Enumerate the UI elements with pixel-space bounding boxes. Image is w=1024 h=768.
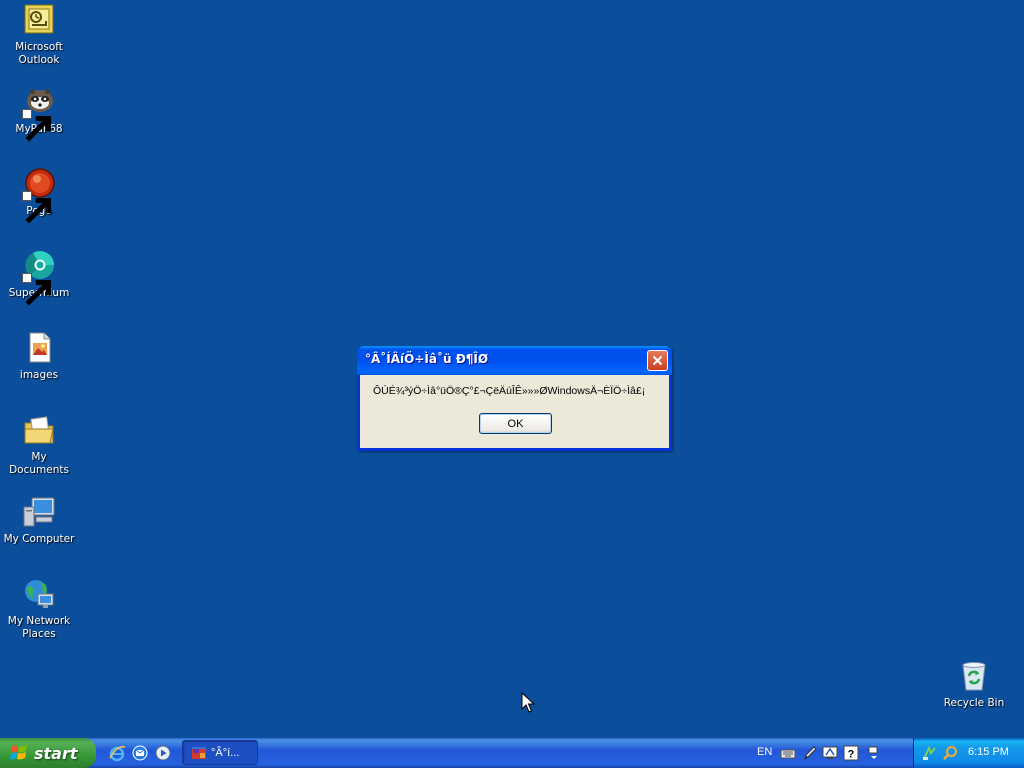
clock[interactable]: 6:15 PM bbox=[968, 746, 1009, 758]
supermium-icon bbox=[22, 249, 56, 306]
desktop-icon-microsoft-outlook[interactable]: Microsoft Outlook bbox=[0, 3, 78, 67]
dialog-title: °Â˚ÍÂíÖ÷Ìâ˚ü Ð¶ÎØ bbox=[365, 352, 489, 366]
tray-keyboard[interactable] bbox=[780, 745, 796, 761]
shortcut-arrow-icon bbox=[22, 109, 52, 142]
taskbar: start °Â°í... EN ? 6:15 PM bbox=[0, 738, 1024, 768]
recycle-bin-icon bbox=[957, 659, 991, 693]
dialog-message: ÔÚÉ¾³ýÖ÷Ìâ°üÖ®Ç°£¬ÇëÄúÎÊ»»»ØWindowsÄ¬ÈÏÖ… bbox=[373, 385, 646, 397]
desktop-icon-label: My Computer bbox=[3, 533, 75, 545]
desktop-icon-recycle-bin[interactable]: Recycle Bin bbox=[935, 659, 1013, 710]
shortcut-arrow-icon bbox=[22, 273, 52, 306]
internet-explorer-icon bbox=[109, 745, 126, 762]
tray-options[interactable] bbox=[866, 745, 882, 761]
dialog-close-button[interactable] bbox=[647, 350, 668, 371]
tray-language-bar[interactable] bbox=[822, 745, 838, 761]
taskbar-window-button[interactable]: °Â°í... bbox=[182, 740, 258, 765]
ok-button[interactable]: OK bbox=[479, 413, 552, 434]
my-documents-icon bbox=[22, 413, 56, 447]
application-window-icon bbox=[192, 746, 206, 759]
tray-pen[interactable] bbox=[802, 745, 818, 761]
shortcut-arrow-icon bbox=[22, 191, 52, 224]
svg-text:?: ? bbox=[848, 749, 855, 761]
outlook-express-icon bbox=[132, 745, 148, 761]
desktop-icon-pego[interactable]: Pego bbox=[0, 167, 78, 224]
media-player-icon bbox=[155, 745, 171, 761]
language-bar-icon bbox=[822, 746, 838, 759]
windows-logo-icon bbox=[10, 745, 27, 760]
desktop-icon-label: images bbox=[19, 369, 59, 381]
image-file-icon bbox=[22, 331, 56, 365]
search-icon bbox=[943, 746, 957, 760]
desktop-icon-mypal-68[interactable]: MyPal 68 bbox=[0, 85, 78, 142]
options-icon bbox=[868, 746, 878, 759]
desktop-icon-label: Microsoft Outlook bbox=[15, 41, 63, 66]
desktop-icon-my-computer[interactable]: My Computer bbox=[0, 495, 78, 546]
tray-search[interactable] bbox=[942, 745, 958, 761]
start-button[interactable]: start bbox=[0, 738, 96, 768]
mouse-cursor-icon bbox=[521, 692, 535, 713]
mypal-icon bbox=[22, 85, 56, 142]
network-places-icon bbox=[22, 577, 56, 611]
desktop-icon-label: My Documents bbox=[9, 451, 69, 476]
error-dialog[interactable]: °Â˚ÍÂíÖ÷Ìâ˚ü Ð¶ÎØ ÔÚÉ¾³ýÖ÷Ìâ°üÖ®Ç°£¬ÇëÄú… bbox=[357, 346, 672, 451]
taskbar-window-label: °Â°í... bbox=[211, 746, 240, 759]
quicklaunch-internet-explorer[interactable] bbox=[108, 744, 126, 762]
dialog-titlebar[interactable]: °Â˚ÍÂíÖ÷Ìâ˚ü Ð¶ÎØ bbox=[357, 346, 672, 375]
pego-icon bbox=[22, 167, 56, 224]
tray-network[interactable] bbox=[922, 745, 938, 761]
desktop-icon-label: My Network Places bbox=[7, 615, 71, 640]
my-computer-icon bbox=[22, 495, 56, 529]
dialog-body: ÔÚÉ¾³ýÖ÷Ìâ°üÖ®Ç°£¬ÇëÄúÎÊ»»»ØWindowsÄ¬ÈÏÖ… bbox=[360, 375, 669, 448]
quicklaunch-media-player[interactable] bbox=[154, 744, 172, 762]
keyboard-icon bbox=[780, 749, 796, 759]
desktop[interactable]: Microsoft Outlook MyPal 68 Pego Supermiu… bbox=[0, 0, 1024, 738]
help-icon: ? bbox=[843, 745, 859, 761]
system-tray: 6:15 PM bbox=[913, 738, 1024, 768]
close-icon bbox=[652, 355, 663, 366]
desktop-icon-my-network-places[interactable]: My Network Places bbox=[0, 577, 78, 641]
quicklaunch-outlook-express[interactable] bbox=[131, 744, 149, 762]
tray-help[interactable]: ? bbox=[843, 745, 859, 761]
desktop-icon-images[interactable]: images bbox=[0, 331, 78, 382]
desktop-icon-label: Recycle Bin bbox=[943, 697, 1005, 709]
desktop-icon-my-documents[interactable]: My Documents bbox=[0, 413, 78, 477]
network-icon bbox=[923, 745, 936, 760]
start-label: start bbox=[34, 743, 78, 763]
pen-icon bbox=[804, 746, 817, 761]
outlook-icon bbox=[22, 3, 56, 37]
desktop-icon-supermium[interactable]: Supermium bbox=[0, 249, 78, 306]
language-indicator[interactable]: EN bbox=[757, 746, 772, 758]
